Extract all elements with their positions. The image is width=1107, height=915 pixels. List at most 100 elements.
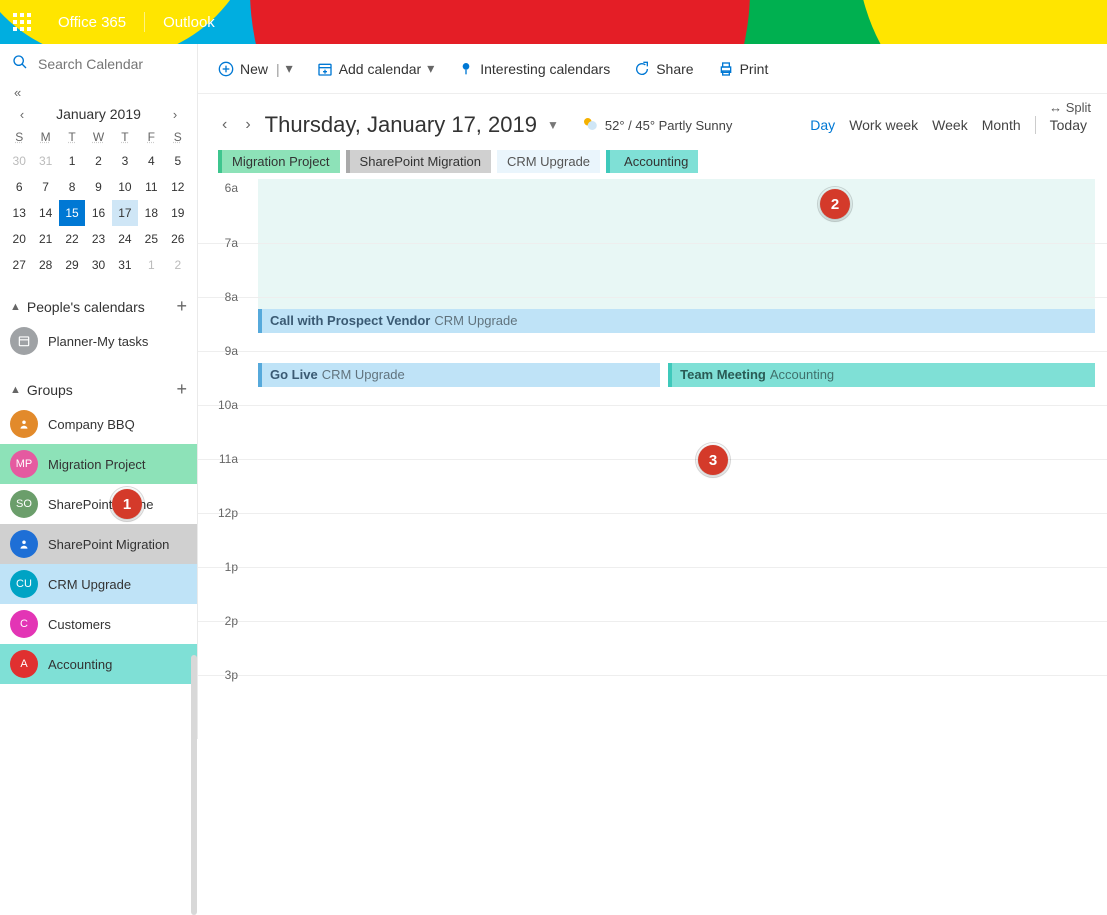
search-input[interactable] — [38, 56, 188, 72]
split-toggle[interactable]: ↔ Split — [1049, 100, 1091, 115]
mini-day[interactable]: 17 — [112, 200, 138, 226]
new-button[interactable]: New | ▾ — [218, 60, 293, 77]
calendar-event[interactable]: Team MeetingAccounting — [668, 363, 1095, 387]
view-day[interactable]: Day — [810, 117, 835, 133]
section-title-groups[interactable]: Groups — [27, 382, 73, 398]
mini-day[interactable]: 10 — [112, 174, 138, 200]
group-item[interactable]: SOSharePoint Online — [0, 484, 197, 524]
group-item[interactable]: SharePoint Migration — [0, 524, 197, 564]
mini-day[interactable]: 1 — [138, 252, 164, 278]
hour-label: 9a — [198, 344, 246, 397]
weather[interactable]: 52° / 45° Partly Sunny — [581, 115, 732, 136]
group-item[interactable]: MPMigration Project — [0, 444, 197, 484]
group-item[interactable]: Company BBQ — [0, 404, 197, 444]
calendar-legends: Migration Project SharePoint Migration CRM… — [218, 150, 1087, 173]
mini-day[interactable]: 14 — [32, 200, 58, 226]
outlook-link[interactable]: Outlook — [163, 14, 215, 31]
hour-label: 10a — [198, 398, 246, 451]
calendar-item[interactable]: Planner-My tasks — [0, 321, 197, 361]
calendar-event[interactable]: Go LiveCRM Upgrade — [258, 363, 660, 387]
mini-day[interactable]: 24 — [112, 226, 138, 252]
add-calendar-button[interactable]: Add calendar ▾ — [317, 60, 435, 77]
sidebar-scrollbar[interactable] — [191, 655, 197, 915]
mini-month-title[interactable]: January 2019 — [56, 106, 141, 122]
mini-day[interactable]: 7 — [32, 174, 58, 200]
group-item[interactable]: AAccounting — [0, 644, 197, 684]
mini-day[interactable]: 5 — [165, 148, 191, 174]
share-button[interactable]: Share — [634, 61, 693, 77]
view-separator — [1035, 116, 1036, 134]
add-people-calendar[interactable]: + — [176, 296, 187, 317]
sun-icon — [581, 115, 599, 136]
command-bar: New | ▾ Add calendar ▾ Interesting calen… — [198, 44, 1107, 94]
calendar-event[interactable]: Call with Prospect VendorCRM Upgrade — [258, 309, 1095, 333]
interesting-calendars-button[interactable]: Interesting calendars — [458, 61, 610, 77]
mini-prev-month[interactable]: ‹ — [12, 107, 32, 122]
main-column: New | ▾ Add calendar ▾ Interesting calen… — [198, 44, 1107, 739]
view-week[interactable]: Week — [932, 117, 968, 133]
mini-day[interactable]: 6 — [6, 174, 32, 200]
mini-dow: F — [138, 126, 164, 148]
group-badge-icon: A — [10, 650, 38, 678]
hour-label: 11a — [198, 452, 246, 505]
mini-day[interactable]: 27 — [6, 252, 32, 278]
mini-day[interactable]: 30 — [6, 148, 32, 174]
chevron-down-icon[interactable]: ▼ — [547, 118, 559, 132]
next-day[interactable]: › — [241, 116, 254, 134]
hour-label: 12p — [198, 506, 246, 559]
mini-day[interactable]: 26 — [165, 226, 191, 252]
office365-link[interactable]: Office 365 — [58, 14, 126, 31]
mini-day[interactable]: 18 — [138, 200, 164, 226]
chevron-down-icon[interactable]: ▾ — [427, 60, 434, 77]
mini-day[interactable]: 28 — [32, 252, 58, 278]
mini-day[interactable]: 21 — [32, 226, 58, 252]
mini-day[interactable]: 12 — [165, 174, 191, 200]
app-launcher-icon[interactable] — [0, 0, 44, 44]
mini-day[interactable]: 1 — [59, 148, 85, 174]
mini-day[interactable]: 9 — [85, 174, 111, 200]
date-title[interactable]: Thursday, January 17, 2019 — [265, 112, 537, 138]
mini-dow: M — [32, 126, 58, 148]
prev-day[interactable]: ‹ — [218, 116, 231, 134]
legend-pill[interactable]: CRM Upgrade — [497, 150, 600, 173]
mini-day[interactable]: 22 — [59, 226, 85, 252]
mini-day[interactable]: 3 — [112, 148, 138, 174]
mini-day[interactable]: 20 — [6, 226, 32, 252]
group-item[interactable]: CCustomers — [0, 604, 197, 644]
group-item[interactable]: CUCRM Upgrade — [0, 564, 197, 604]
chevron-up-icon[interactable]: ▲ — [10, 384, 21, 396]
mini-calendar: ‹ January 2019 › SMTWTFS3031123456789101… — [0, 100, 197, 278]
mini-next-month[interactable]: › — [165, 107, 185, 122]
mini-day[interactable]: 2 — [85, 148, 111, 174]
mini-day[interactable]: 30 — [85, 252, 111, 278]
chevron-down-icon[interactable]: ▾ — [286, 60, 293, 77]
section-title-people[interactable]: People's calendars — [27, 299, 145, 315]
legend-pill[interactable]: SharePoint Migration — [346, 150, 491, 173]
mini-day[interactable]: 25 — [138, 226, 164, 252]
search-box[interactable] — [0, 44, 197, 83]
mini-day[interactable]: 31 — [112, 252, 138, 278]
print-button[interactable]: Print — [718, 61, 769, 77]
legend-pill[interactable]: Accounting — [606, 150, 698, 173]
collapse-sidebar-icon[interactable]: « — [0, 83, 197, 100]
group-label: Company BBQ — [48, 417, 135, 432]
view-today[interactable]: Today — [1050, 117, 1087, 133]
legend-pill[interactable]: Migration Project — [218, 150, 340, 173]
mini-day[interactable]: 13 — [6, 200, 32, 226]
hour-label: 3p — [198, 668, 246, 721]
mini-day[interactable]: 11 — [138, 174, 164, 200]
mini-day[interactable]: 2 — [165, 252, 191, 278]
mini-day[interactable]: 29 — [59, 252, 85, 278]
mini-day[interactable]: 31 — [32, 148, 58, 174]
view-month[interactable]: Month — [982, 117, 1021, 133]
group-badge-icon: C — [10, 610, 38, 638]
chevron-up-icon[interactable]: ▲ — [10, 301, 21, 313]
mini-day[interactable]: 19 — [165, 200, 191, 226]
add-group[interactable]: + — [176, 379, 187, 400]
mini-day[interactable]: 23 — [85, 226, 111, 252]
mini-day[interactable]: 16 — [85, 200, 111, 226]
mini-day[interactable]: 8 — [59, 174, 85, 200]
view-workweek[interactable]: Work week — [849, 117, 918, 133]
mini-day[interactable]: 4 — [138, 148, 164, 174]
mini-day[interactable]: 15 — [59, 200, 85, 226]
